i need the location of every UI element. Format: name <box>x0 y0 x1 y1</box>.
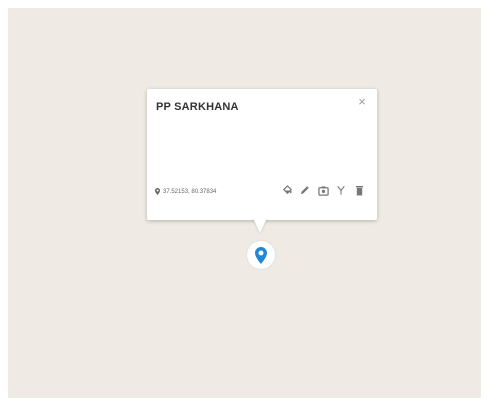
location-marker[interactable] <box>247 241 275 269</box>
close-button[interactable]: × <box>355 95 369 109</box>
pencil-icon[interactable] <box>299 184 311 196</box>
location-pin-icon <box>255 246 267 264</box>
coordinates-text: 37.52153, 80.37834 <box>163 188 217 195</box>
location-popup: PP SARKHANA × 37.52153, 80.37834 <box>147 89 377 220</box>
camera-icon[interactable] <box>317 184 329 196</box>
popup-actions <box>281 184 365 196</box>
coordinates: 37.52153, 80.37834 <box>155 188 216 195</box>
popup-pointer <box>253 218 267 233</box>
pin-small-icon <box>155 188 160 195</box>
paint-bucket-icon[interactable] <box>281 184 293 196</box>
screenshot-frame: PP SARKHANA × 37.52153, 80.37834 <box>0 0 490 405</box>
fork-icon[interactable] <box>335 184 347 196</box>
popup-title: PP SARKHANA <box>156 101 239 113</box>
trash-icon[interactable] <box>353 184 365 196</box>
